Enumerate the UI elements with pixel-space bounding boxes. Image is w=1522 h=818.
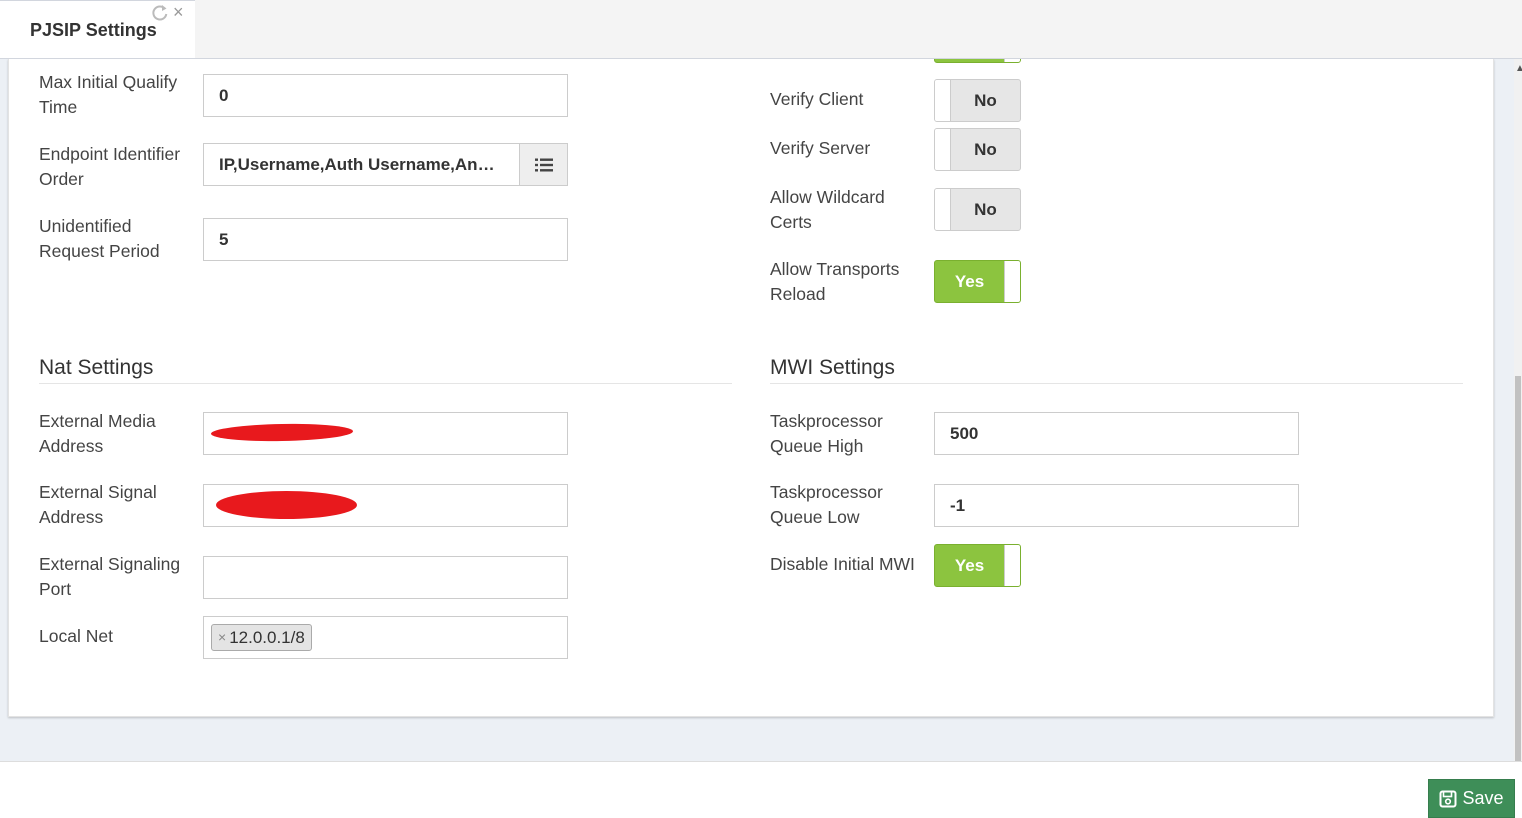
external-signaling-port-input[interactable]: [203, 556, 568, 599]
disable-initial-mwi-label: Disable Initial MWI: [770, 554, 915, 574]
verify-client-label: Verify Client: [770, 89, 864, 109]
taskprocessor-queue-high-label: Taskprocessor Queue High: [770, 411, 883, 456]
taskprocessor-queue-high-input[interactable]: 500: [934, 412, 1299, 455]
disable-initial-mwi-toggle[interactable]: Yes: [934, 544, 1021, 587]
local-net-input[interactable]: × 12.0.0.1/8: [203, 616, 568, 659]
tab-bar-bg: [0, 0, 1522, 59]
external-signal-address-label: External Signal Address: [39, 482, 157, 527]
save-button[interactable]: Save: [1428, 779, 1515, 818]
mwi-settings-title: MWI Settings: [770, 356, 895, 379]
tab-title-front: PJSIP Settings: [30, 20, 157, 40]
tab-pjsip-settings-front[interactable]: PJSIP Settings ×: [0, 0, 195, 58]
redaction-mark: [216, 491, 357, 519]
endpoint-identifier-order-label: Endpoint Identifier Order: [39, 144, 181, 189]
allow-transports-reload-toggle[interactable]: Yes: [934, 260, 1021, 303]
save-button-label: Save: [1462, 788, 1504, 808]
allow-transports-reload-label: Allow Transports Reload: [770, 259, 900, 304]
verify-server-toggle[interactable]: No: [934, 128, 1021, 171]
taskprocessor-queue-low-label: Taskprocessor Queue Low: [770, 482, 883, 527]
nat-settings-divider: [39, 383, 732, 384]
external-media-address-label: External Media Address: [39, 411, 156, 456]
close-icon[interactable]: ×: [173, 2, 184, 22]
max-initial-qualify-time-input[interactable]: 0: [203, 74, 568, 117]
endpoint-identifier-order-list-button[interactable]: [519, 143, 568, 186]
local-net-label: Local Net: [39, 626, 113, 646]
max-initial-qualify-time-label: Max Initial Qualify Time: [39, 72, 178, 117]
endpoint-identifier-order-input[interactable]: IP,Username,Auth Username,Anonymous: [203, 143, 520, 186]
floppy-disk-icon: [1439, 790, 1457, 807]
external-signaling-port-label: External Signaling Port: [39, 554, 181, 599]
taskprocessor-queue-low-input[interactable]: -1: [934, 484, 1299, 527]
scrollbar-thumb[interactable]: [1515, 376, 1521, 761]
footer-bar: [0, 761, 1522, 818]
mwi-settings-divider: [770, 383, 1463, 384]
unidentified-request-period-label: Unidentified Request Period: [39, 216, 160, 261]
list-icon: [534, 158, 553, 171]
verify-server-label: Verify Server: [770, 138, 871, 158]
local-net-chip: × 12.0.0.1/8: [211, 624, 312, 651]
allow-wildcard-certs-label: Allow Wildcard Certs: [770, 187, 885, 232]
chip-remove-icon[interactable]: ×: [218, 625, 226, 650]
allow-wildcard-certs-toggle[interactable]: No: [934, 188, 1021, 231]
unidentified-request-period-input[interactable]: 5: [203, 218, 568, 261]
verify-client-toggle[interactable]: No: [934, 79, 1021, 122]
nat-settings-title: Nat Settings: [39, 356, 154, 379]
scroll-up-icon[interactable]: ▲: [1515, 64, 1522, 74]
local-net-chip-label: 12.0.0.1/8: [229, 628, 305, 647]
refresh-icon[interactable]: [150, 3, 170, 23]
